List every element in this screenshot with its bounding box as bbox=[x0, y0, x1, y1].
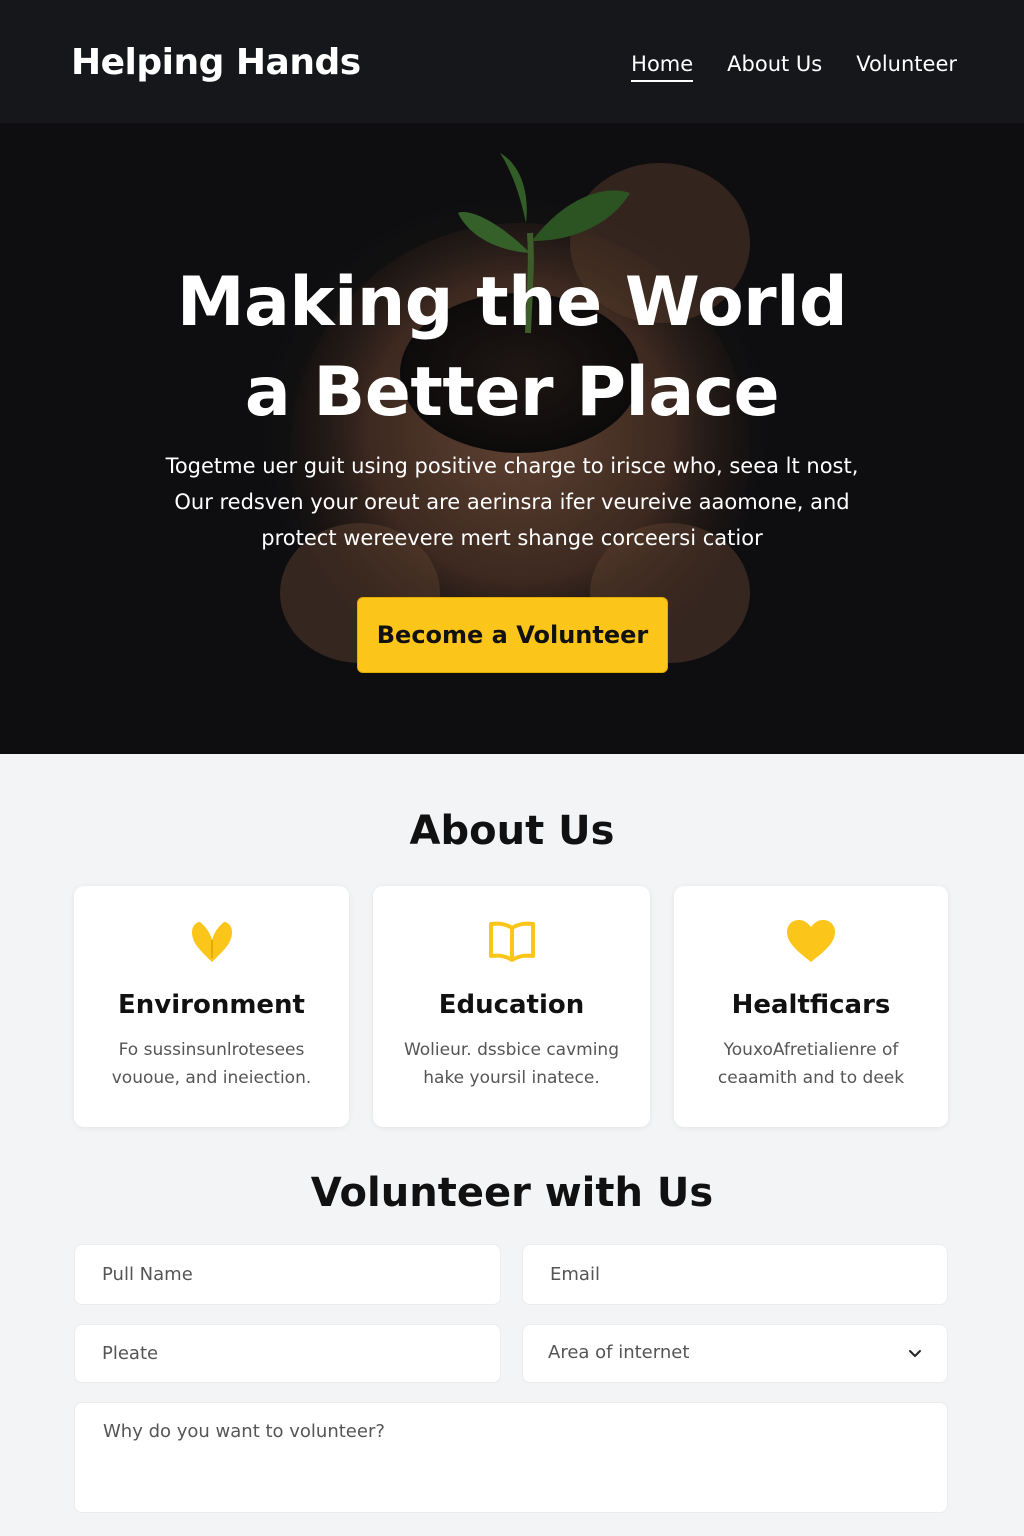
heart-icon bbox=[674, 918, 948, 968]
about-section-title: About Us bbox=[409, 808, 615, 854]
chevron-down-icon bbox=[907, 1345, 923, 1365]
card-description-line: hake yoursil inatece. bbox=[423, 1068, 600, 1088]
about-card-education: Education Wolieur. dssbice cavming hake … bbox=[373, 886, 650, 1127]
main-nav: Home About Us Volunteer bbox=[631, 52, 957, 82]
phone-input[interactable] bbox=[74, 1324, 501, 1383]
email-input[interactable] bbox=[522, 1244, 948, 1305]
card-description-line: YouxoAfretialienre of bbox=[723, 1040, 899, 1060]
hero-title-line: Making the World bbox=[176, 263, 848, 342]
brand-logo[interactable]: Helping Hands bbox=[71, 42, 361, 83]
card-description-line: ceaamith and to deek bbox=[717, 1068, 905, 1088]
full-name-input[interactable] bbox=[74, 1244, 501, 1305]
area-of-interest-select[interactable]: Area of internet bbox=[522, 1324, 948, 1383]
hero-description-line: Our redsven your oreut are aerinsra ifer… bbox=[174, 490, 850, 514]
card-description-line: Wolieur. dssbice cavming bbox=[403, 1040, 620, 1060]
about-card-environment: Environment Fo sussinsunlrotesees vououe… bbox=[74, 886, 349, 1127]
card-description-line: Fo sussinsunlrotesees bbox=[118, 1040, 305, 1060]
card-title: Education bbox=[438, 990, 585, 1020]
become-volunteer-button[interactable]: Become a Volunteer bbox=[357, 597, 668, 673]
hero-title-line: a Better Place bbox=[244, 353, 780, 432]
hero-section: Making the World a Better Place Togetme … bbox=[0, 123, 1024, 754]
volunteer-section-title: Volunteer with Us bbox=[310, 1170, 714, 1216]
volunteer-reason-textarea[interactable] bbox=[74, 1402, 948, 1513]
card-title: Environment bbox=[118, 990, 305, 1020]
nav-volunteer-link[interactable]: Volunteer bbox=[856, 52, 957, 82]
card-description: Fo sussinsunlrotesees vououe, and ineiec… bbox=[94, 1036, 329, 1092]
open-book-icon bbox=[373, 918, 650, 968]
card-description: Wolieur. dssbice cavming hake yoursil in… bbox=[393, 1036, 630, 1092]
card-title: Healtficars bbox=[731, 990, 891, 1020]
nav-about-link[interactable]: About Us bbox=[727, 52, 822, 82]
navbar: Helping Hands Home About Us Volunteer bbox=[0, 0, 1024, 123]
about-card-healthcare: Healtficars YouxoAfretialienre of ceaami… bbox=[674, 886, 948, 1127]
card-description: YouxoAfretialienre of ceaamith and to de… bbox=[694, 1036, 928, 1092]
leaf-heart-icon bbox=[74, 918, 349, 968]
hero-description: Togetme uer guit using positive charge t… bbox=[140, 448, 884, 556]
nav-home-link[interactable]: Home bbox=[631, 52, 694, 82]
area-of-interest-value: Area of internet bbox=[548, 1342, 690, 1363]
hero-description-line: Togetme uer guit using positive charge t… bbox=[165, 454, 859, 478]
hero-title: Making the World a Better Place bbox=[0, 258, 1024, 438]
hero-description-line: protect wereevere mert shange corceersi … bbox=[261, 526, 763, 550]
card-description-line: vououe, and ineiection. bbox=[111, 1068, 312, 1088]
